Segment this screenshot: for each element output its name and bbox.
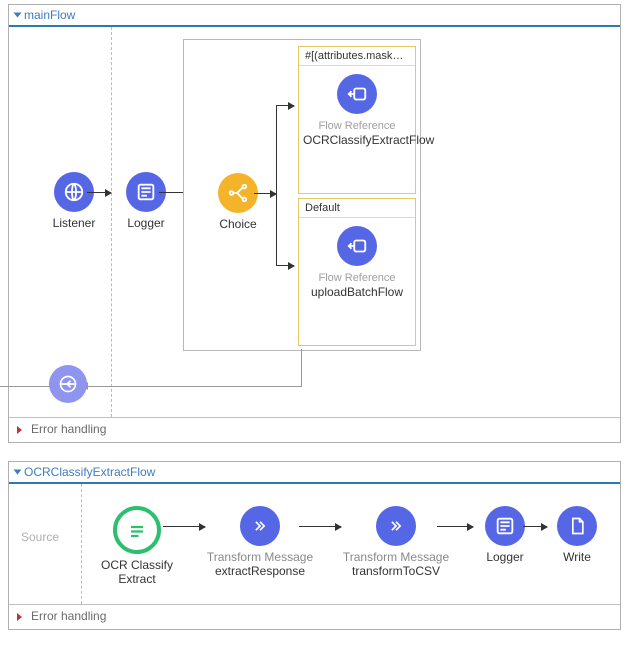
error-label: Error handling	[31, 609, 106, 623]
flow-ref-icon	[337, 226, 377, 266]
transform-type: Transform Message	[341, 550, 451, 564]
globe-back-icon	[49, 365, 87, 403]
arrow	[163, 526, 205, 527]
route-condition: #[(attributes.maskedRe...	[299, 47, 415, 66]
source-divider	[81, 484, 82, 604]
transform-node[interactable]: Transform Message transformToCSV	[341, 506, 451, 579]
error-label: Error handling	[31, 422, 106, 436]
error-handling-section[interactable]: Error handling	[9, 604, 620, 629]
flow-ref-icon	[337, 74, 377, 114]
collapse-icon	[14, 470, 22, 475]
logger-node[interactable]: Logger	[475, 506, 535, 564]
flow-ref-name: uploadBatchFlow	[303, 286, 411, 300]
arrow	[299, 526, 341, 527]
flow-ref-name: OCRClassifyExtractFlow	[303, 134, 411, 148]
log-icon	[485, 506, 525, 546]
error-handling-section[interactable]: Error handling	[9, 417, 620, 442]
choice-container: Choice .choice-box .arrow:nth-of-type(1)…	[183, 39, 421, 351]
logger-node[interactable]: Logger	[115, 172, 177, 230]
error-collapse-icon	[17, 426, 22, 434]
transform-type: Transform Message	[205, 550, 315, 564]
source-divider	[111, 27, 112, 417]
listener-label: Listener	[43, 216, 105, 230]
choice-node[interactable]: Choice	[210, 173, 266, 231]
flow-ref-type: Flow Reference	[303, 272, 411, 284]
ocr-node[interactable]: OCR Classify Extract	[95, 506, 179, 587]
logger-label: Logger	[475, 550, 535, 564]
transform-node[interactable]: Transform Message extractResponse	[205, 506, 315, 579]
transform-icon	[240, 506, 280, 546]
flow-title: OCRClassifyExtractFlow	[24, 465, 155, 479]
arrow	[437, 526, 473, 527]
listener-node[interactable]: Listener	[43, 172, 105, 230]
connector	[87, 386, 301, 387]
response-node[interactable]	[43, 365, 93, 403]
route-condition: Default	[299, 199, 415, 218]
choice-label: Choice	[210, 217, 266, 231]
arrow	[87, 192, 111, 193]
connector	[254, 193, 276, 194]
logger-label: Logger	[115, 216, 177, 230]
write-label: Write	[549, 550, 605, 564]
error-collapse-icon	[17, 613, 22, 621]
flow-title: mainFlow	[24, 8, 75, 22]
arrow	[276, 265, 294, 266]
collapse-icon	[14, 13, 22, 18]
connector	[276, 105, 277, 265]
flow-header-ocr[interactable]: OCRClassifyExtractFlow	[9, 462, 620, 484]
flow-ref-type: Flow Reference	[303, 120, 411, 132]
arrow	[523, 526, 547, 527]
connector	[301, 349, 302, 387]
source-label: Source	[21, 530, 59, 544]
transform-name: transformToCSV	[341, 564, 451, 578]
ocr-label: OCR Classify Extract	[95, 558, 179, 587]
flow-header-mainflow[interactable]: mainFlow	[9, 5, 620, 27]
flow-mainflow: mainFlow Listener Logger	[8, 4, 621, 443]
choice-icon	[218, 173, 258, 213]
choice-route[interactable]: #[(attributes.maskedRe... Flow Reference…	[298, 46, 416, 194]
transform-icon	[376, 506, 416, 546]
flow-ocrclassify: OCRClassifyExtractFlow Source OCR Classi…	[8, 461, 621, 630]
file-icon	[557, 506, 597, 546]
write-node[interactable]: Write	[549, 506, 605, 564]
arrow	[276, 105, 294, 106]
transform-name: extractResponse	[205, 564, 315, 578]
ocr-icon	[113, 506, 161, 554]
choice-route[interactable]: Default Flow Reference uploadBatchFlow	[298, 198, 416, 346]
